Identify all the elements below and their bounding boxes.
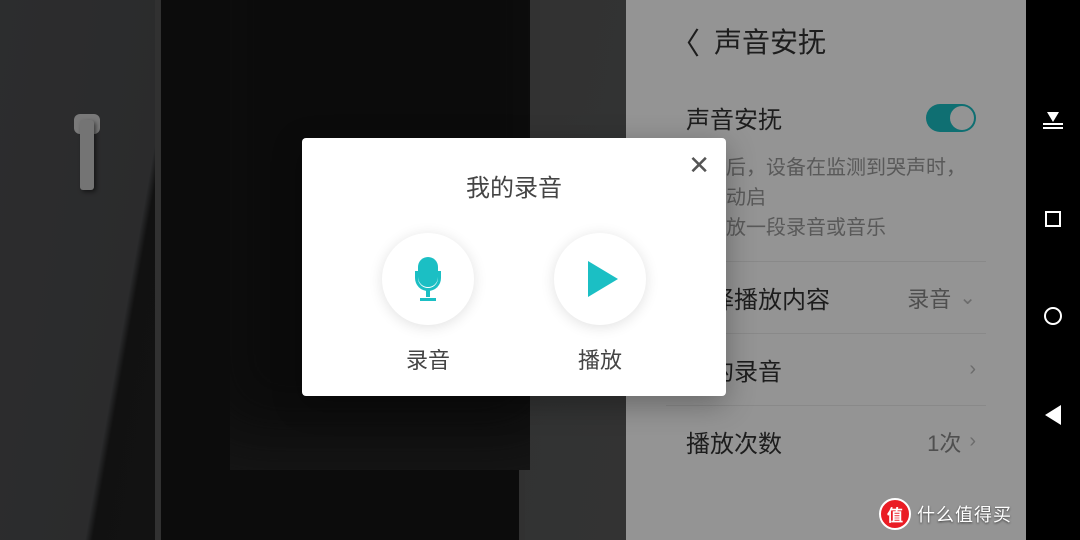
microphone-icon [412, 257, 444, 301]
nav-download-icon[interactable] [1043, 115, 1063, 131]
recording-modal: ✕ 我的录音 录音 播放 [302, 138, 726, 396]
watermark-badge: 值 [879, 498, 911, 530]
watermark-text: 什么值得买 [917, 501, 1012, 527]
play-button[interactable] [554, 233, 646, 325]
watermark: 值 什么值得买 [879, 498, 1012, 530]
nav-recents-icon[interactable] [1045, 211, 1061, 227]
option-record[interactable]: 录音 [382, 233, 474, 375]
nav-back-icon[interactable] [1045, 405, 1061, 425]
modal-body: 录音 播放 [302, 203, 726, 375]
close-icon[interactable]: ✕ [688, 152, 710, 178]
android-navbar [1026, 0, 1080, 540]
record-label: 录音 [406, 343, 450, 375]
record-button[interactable] [382, 233, 474, 325]
screen-root: 〈 声音安抚 声音安抚 开启后，设备在监测到哭声时，会自动启 动播放一段录音或音… [0, 0, 1080, 540]
play-label: 播放 [578, 343, 622, 375]
play-icon [588, 261, 618, 297]
nav-home-icon[interactable] [1044, 307, 1062, 325]
option-play[interactable]: 播放 [554, 233, 646, 375]
modal-title: 我的录音 [302, 138, 726, 203]
